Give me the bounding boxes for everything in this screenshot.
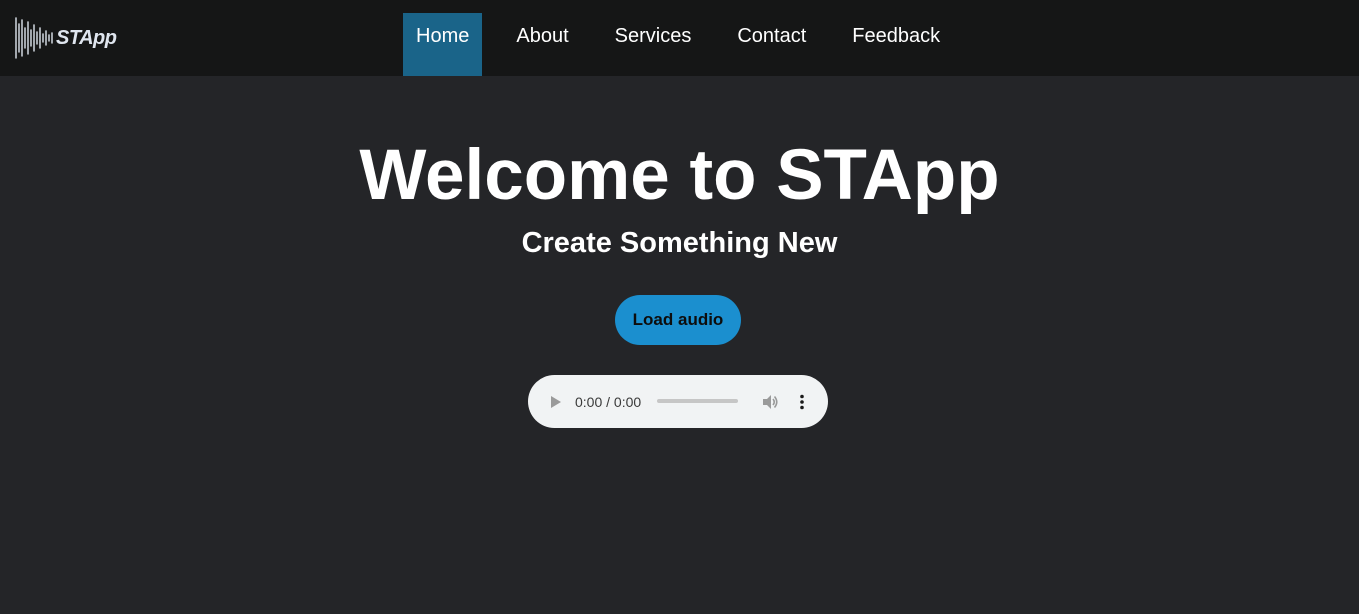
nav-contact[interactable]: Contact <box>724 13 819 76</box>
play-icon[interactable] <box>549 395 563 409</box>
page-subtitle: Create Something New <box>521 227 838 259</box>
audio-time: 0:00 / 0:00 <box>575 394 642 410</box>
volume-icon[interactable] <box>761 393 779 411</box>
more-vertical-icon[interactable] <box>797 393 807 411</box>
brand-logo[interactable]: STApp <box>14 16 124 60</box>
page-title: Welcome to STApp <box>359 136 1000 215</box>
waveform-icon <box>15 17 53 59</box>
nav-about[interactable]: About <box>503 13 581 76</box>
load-audio-button[interactable]: Load audio <box>615 295 741 345</box>
audio-seek-slider[interactable] <box>657 399 738 403</box>
navbar: STApp Home About Services Contact Feedba… <box>0 0 1359 76</box>
brand-name: STApp <box>56 26 117 49</box>
nav-services[interactable]: Services <box>602 13 705 76</box>
nav-feedback[interactable]: Feedback <box>839 13 953 76</box>
main-nav: Home About Services Contact Feedback <box>403 13 973 76</box>
nav-home[interactable]: Home <box>403 13 483 76</box>
